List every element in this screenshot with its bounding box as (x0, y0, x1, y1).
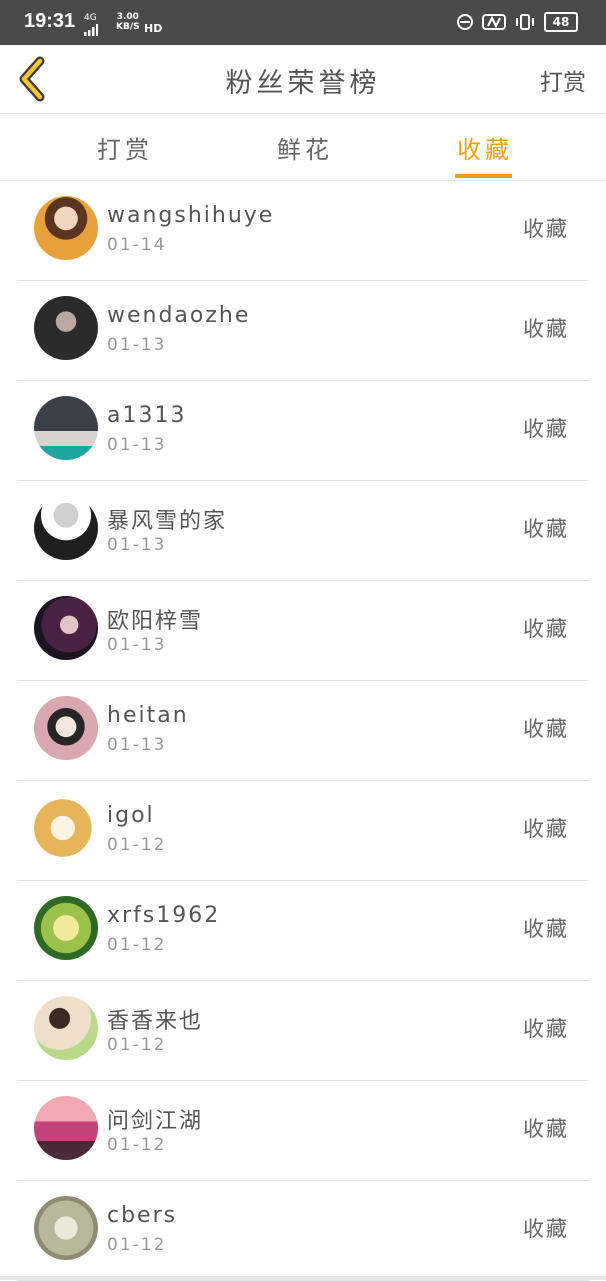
fan-action-label: 收藏 (523, 717, 569, 741)
fan-action-label: 收藏 (523, 217, 569, 241)
fan-action-label: 收藏 (523, 817, 569, 841)
fan-action-label: 收藏 (523, 1217, 569, 1241)
list-item[interactable]: 暴风雪的家 01-13 收藏 (0, 481, 606, 581)
speed-value: 3.00 (116, 12, 139, 22)
bottom-divider (0, 1276, 606, 1280)
avatar (34, 196, 98, 260)
fan-name: xrfs1962 (107, 903, 221, 928)
fan-date: 01-12 (107, 1035, 167, 1055)
fan-date: 01-12 (107, 935, 167, 955)
avatar (34, 696, 98, 760)
active-tab-indicator (455, 174, 512, 178)
fan-name: a1313 (107, 403, 187, 428)
fan-name: 暴风雪的家 (107, 509, 228, 534)
list-item[interactable]: a1313 01-13 收藏 (0, 381, 606, 481)
list-item[interactable]: 问剑江湖 01-12 收藏 (0, 1081, 606, 1181)
app-header: 粉丝荣誉榜 打赏 (0, 45, 606, 114)
list-item[interactable]: igol 01-12 收藏 (0, 781, 606, 881)
fan-name: cbers (107, 1203, 178, 1228)
signal-icon: 4G (84, 14, 98, 36)
fan-date: 01-13 (107, 535, 167, 555)
tab-favorites[interactable]: 收藏 (457, 130, 513, 165)
hd-indicator: HD (144, 22, 163, 35)
fan-date: 01-12 (107, 1135, 167, 1155)
fan-name: 香香来也 (107, 1009, 204, 1034)
avatar (34, 396, 98, 460)
tab-bar: 打赏 鲜花 收藏 (0, 114, 606, 181)
speed-unit: KB/S (116, 22, 140, 32)
alarm-icon (457, 14, 473, 30)
list-item[interactable]: xrfs1962 01-12 收藏 (0, 881, 606, 981)
fan-date: 01-13 (107, 335, 167, 355)
avatar (34, 896, 98, 960)
list-item[interactable]: heitan 01-13 收藏 (0, 681, 606, 781)
fan-name: igol (107, 803, 155, 828)
avatar (34, 1196, 98, 1260)
status-time: 19:31 (24, 10, 76, 32)
fan-name: wendaozhe (107, 303, 251, 328)
vibrate-icon (516, 14, 534, 30)
fan-action-label: 收藏 (523, 917, 569, 941)
fan-name: wangshihuye (107, 203, 275, 228)
tab-flowers[interactable]: 鲜花 (277, 130, 333, 165)
network-type: 4G (84, 13, 97, 23)
fan-name: 欧阳梓雪 (107, 609, 204, 634)
avatar (34, 796, 98, 860)
fan-date: 01-14 (107, 235, 167, 255)
page-title: 粉丝荣誉榜 (225, 68, 381, 99)
fan-date: 01-12 (107, 1235, 167, 1255)
fan-action-label: 收藏 (523, 517, 569, 541)
status-right-icons: 48 (456, 12, 578, 32)
fan-date: 01-13 (107, 735, 167, 755)
list-item[interactable]: cbers 01-12 收藏 (0, 1181, 606, 1281)
avatar (34, 1096, 98, 1160)
fan-action-label: 收藏 (523, 317, 569, 341)
fan-action-label: 收藏 (523, 617, 569, 641)
list-item[interactable]: wangshihuye 01-14 收藏 (0, 181, 606, 281)
network-speed: 3.00 KB/S (116, 12, 140, 32)
fan-name: 问剑江湖 (107, 1109, 204, 1134)
fan-action-label: 收藏 (523, 1017, 569, 1041)
list-item[interactable]: wendaozhe 01-13 收藏 (0, 281, 606, 381)
fan-date: 01-13 (107, 635, 167, 655)
fan-action-label: 收藏 (523, 1117, 569, 1141)
fan-date: 01-12 (107, 835, 167, 855)
fan-list: wangshihuye 01-14 收藏 wendaozhe 01-13 收藏 … (0, 181, 606, 1281)
avatar (34, 996, 98, 1060)
reward-button[interactable]: 打赏 (540, 63, 586, 97)
nfc-icon (482, 14, 506, 30)
fan-action-label: 收藏 (523, 417, 569, 441)
list-item[interactable]: 欧阳梓雪 01-13 收藏 (0, 581, 606, 681)
battery-icon: 48 (544, 12, 578, 32)
avatar (34, 496, 98, 560)
avatar (34, 296, 98, 360)
list-item[interactable]: 香香来也 01-12 收藏 (0, 981, 606, 1081)
status-bar: 19:31 4G 3.00 KB/S HD 48 (0, 0, 606, 45)
avatar (34, 596, 98, 660)
fan-name: heitan (107, 703, 189, 728)
tab-reward[interactable]: 打赏 (97, 130, 153, 165)
fan-date: 01-13 (107, 435, 167, 455)
